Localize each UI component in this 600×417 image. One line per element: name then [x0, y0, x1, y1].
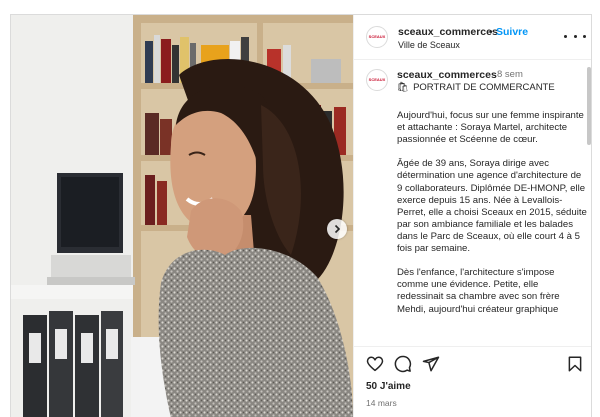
caption-paragraph: Aujourd'hui, focus sur une femme inspira…	[397, 110, 584, 146]
avatar-logo-text: SCEAUX	[368, 77, 386, 82]
caption-paragraph: Âgée de 39 ans, Soraya dirige avec déter…	[397, 158, 587, 255]
heart-icon[interactable]	[366, 355, 384, 373]
caption-title: 🛍 PORTRAIT DE COMMERCANTE	[397, 82, 555, 93]
post-side-panel: SCEAUX sceaux_commerces • Suivre Ville d…	[353, 15, 591, 417]
instagram-post: SCEAUX sceaux_commerces • Suivre Ville d…	[10, 14, 592, 417]
likes-count[interactable]: 50 J'aime	[366, 381, 411, 392]
caption-paragraph: Dès l'enfance, l'architecture s'impose c…	[397, 267, 560, 315]
post-date[interactable]: 14 mars	[366, 398, 397, 408]
caption-avatar[interactable]: SCEAUX	[366, 69, 388, 91]
caption-timestamp[interactable]: 8 sem	[497, 69, 523, 80]
chevron-right-icon	[334, 224, 341, 234]
more-dot	[573, 34, 577, 38]
caption-area[interactable]: SCEAUX sceaux_commerces 8 sem 🛍 PORTRAIT…	[354, 61, 591, 344]
send-icon[interactable]	[422, 355, 440, 373]
more-dot	[583, 34, 586, 38]
caption-scrollbar[interactable]	[587, 67, 591, 145]
comment-icon[interactable]	[394, 355, 412, 373]
more-options-button[interactable]	[564, 29, 586, 43]
caption-body: Aujourd'hui, focus sur une femme inspira…	[397, 110, 587, 328]
next-image-button[interactable]	[327, 219, 347, 239]
more-horizontal-icon	[564, 34, 567, 38]
location-link[interactable]: Ville de Sceaux	[398, 40, 460, 50]
username-link[interactable]: sceaux_commerces	[398, 26, 498, 38]
avatar-logo-text: SCEAUX	[368, 34, 386, 39]
caption-title-text: PORTRAIT DE COMMERCANTE	[413, 82, 555, 93]
bookmark-icon[interactable]	[566, 355, 584, 373]
separator-dot: •	[489, 26, 493, 38]
post-actions: 50 J'aime 14 mars	[354, 346, 591, 417]
avatar[interactable]: SCEAUX	[366, 26, 388, 48]
post-photo[interactable]	[11, 15, 353, 417]
follow-button[interactable]: Suivre	[496, 26, 528, 38]
post-header: SCEAUX sceaux_commerces • Suivre Ville d…	[354, 15, 591, 60]
portrait-image	[11, 15, 353, 417]
shopping-bag-icon: 🛍	[397, 82, 410, 93]
caption-username-link[interactable]: sceaux_commerces	[397, 69, 497, 81]
